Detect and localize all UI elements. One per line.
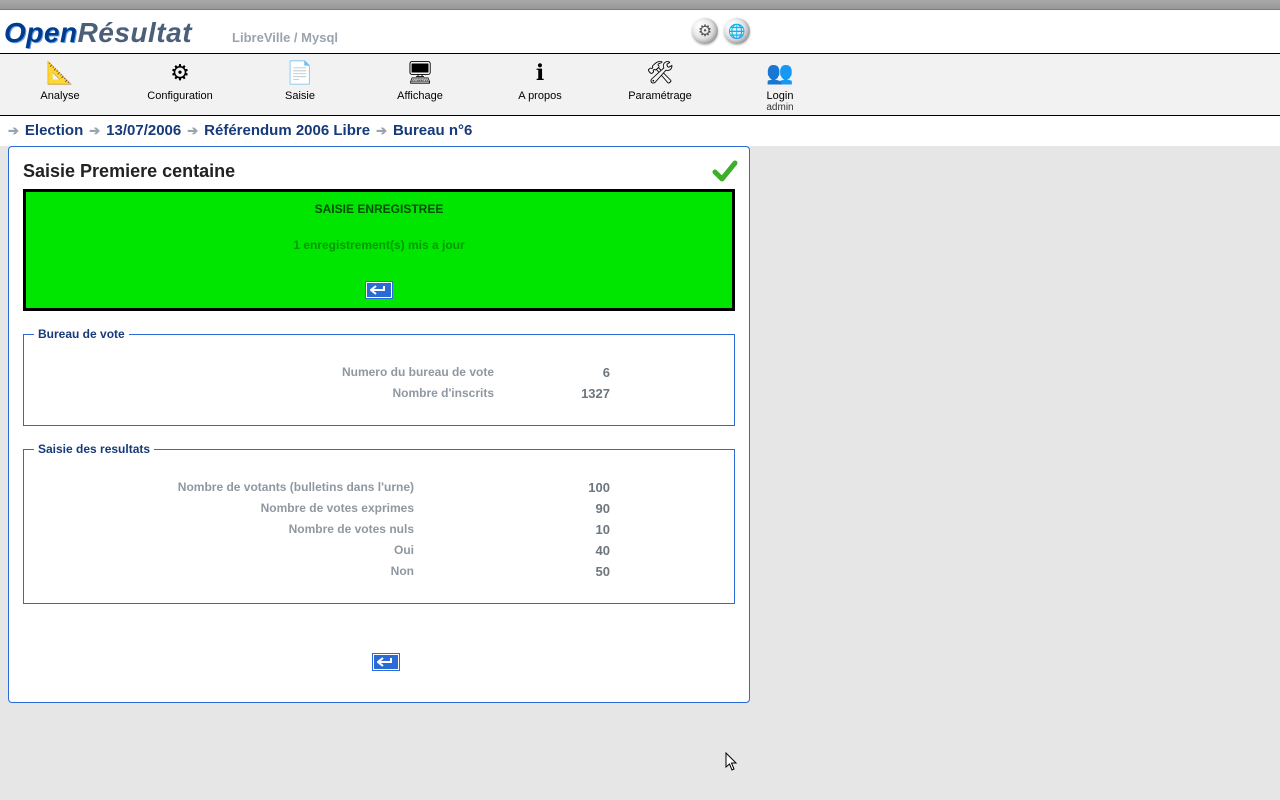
row-value: 50 xyxy=(414,564,614,579)
toolbar-icon: 👥 xyxy=(720,58,840,88)
toolbar-item-analyse[interactable]: 📐 Analyse xyxy=(0,58,120,113)
back-button[interactable] xyxy=(366,282,392,298)
row-value: 40 xyxy=(414,543,614,558)
results-rows: Nombre de votants (bulletins dans l'urne… xyxy=(34,480,724,579)
toolbar-label: A propos xyxy=(480,90,600,102)
results-fieldset: Saisie des resultats Nombre de votants (… xyxy=(23,442,735,604)
row-label: Nombre de votants (bulletins dans l'urne… xyxy=(34,480,414,495)
row-value: 10 xyxy=(414,522,614,537)
globe-icon[interactable] xyxy=(724,18,750,44)
breadcrumb-item[interactable]: 13/07/2006 xyxy=(106,122,181,139)
bureau-rows: Numero du bureau de vote6Nombre d'inscri… xyxy=(34,365,724,401)
data-row: Nombre d'inscrits1327 xyxy=(34,386,724,401)
toolbar-item-paramétrage[interactable]: 🛠 Paramétrage xyxy=(600,58,720,113)
toolbar-item-saisie[interactable]: 📄 Saisie xyxy=(240,58,360,113)
main-panel: Saisie Premiere centaine SAISIE ENREGIST… xyxy=(8,146,750,703)
breadcrumb: ➔ Election ➔ 13/07/2006 ➔ Référendum 2006 Lib… xyxy=(0,116,1280,146)
toolbar-icon: ⚙ xyxy=(120,58,240,88)
toolbar-icon: 🛠 xyxy=(600,58,720,88)
success-title: SAISIE ENREGISTREE xyxy=(36,202,722,216)
app-header: OpenRésultat LibreVille / Mysql xyxy=(0,10,1280,54)
row-label: Non xyxy=(34,564,414,579)
bureau-legend: Bureau de vote xyxy=(34,327,129,341)
main-toolbar: 📐 Analyse⚙ Configuration📄 Saisie🖥 Affichageℹ… xyxy=(0,54,1280,116)
toolbar-item-login[interactable]: 👥 Loginadmin xyxy=(720,58,840,113)
toolbar-label: Configuration xyxy=(120,90,240,102)
data-row: Nombre de votes exprimes90 xyxy=(34,501,724,516)
panel-title: Saisie Premiere centaine xyxy=(23,161,235,182)
toolbar-icon: ℹ xyxy=(480,58,600,88)
toolbar-icon: 🖥 xyxy=(360,58,480,88)
app-subtitle: LibreVille / Mysql xyxy=(232,30,338,49)
toolbar-sublabel: admin xyxy=(720,102,840,113)
row-value: 6 xyxy=(494,365,614,380)
breadcrumb-item[interactable]: Bureau n°6 xyxy=(393,122,472,139)
row-label: Oui xyxy=(34,543,414,558)
toolbar-items: 📐 Analyse⚙ Configuration📄 Saisie🖥 Affichageℹ… xyxy=(0,58,1280,113)
data-row: Nombre de votants (bulletins dans l'urne… xyxy=(34,480,724,495)
toolbar-label: Saisie xyxy=(240,90,360,102)
settings-icon[interactable] xyxy=(692,18,718,44)
row-value: 90 xyxy=(414,501,614,516)
mouse-cursor xyxy=(725,752,739,777)
window-titlebar xyxy=(0,0,1280,10)
success-message: 1 enregistrement(s) mis a jour xyxy=(36,238,722,252)
data-row: Numero du bureau de vote6 xyxy=(34,365,724,380)
breadcrumb-arrow-icon: ➔ xyxy=(8,123,19,139)
row-label: Nombre d'inscrits xyxy=(34,386,494,401)
breadcrumb-arrow-icon: ➔ xyxy=(187,123,198,139)
data-row: Non50 xyxy=(34,564,724,579)
breadcrumb-item[interactable]: Election xyxy=(25,122,83,139)
toolbar-item-affichage[interactable]: 🖥 Affichage xyxy=(360,58,480,113)
toolbar-label: Login xyxy=(720,90,840,102)
logo-open: Open xyxy=(4,17,78,48)
data-row: Nombre de votes nuls10 xyxy=(34,522,724,537)
toolbar-icon: 📐 xyxy=(0,58,120,88)
toolbar-item-configuration[interactable]: ⚙ Configuration xyxy=(120,58,240,113)
breadcrumb-item[interactable]: Référendum 2006 Libre xyxy=(204,122,370,139)
results-legend: Saisie des resultats xyxy=(34,442,154,456)
bureau-fieldset: Bureau de vote Numero du bureau de vote6… xyxy=(23,327,735,426)
success-check-icon xyxy=(711,159,735,183)
row-label: Nombre de votes nuls xyxy=(34,522,414,537)
toolbar-item-a-propos[interactable]: ℹ A propos xyxy=(480,58,600,113)
breadcrumb-arrow-icon: ➔ xyxy=(89,123,100,139)
toolbar-icon: 📄 xyxy=(240,58,360,88)
app-logo: OpenRésultat xyxy=(4,10,192,49)
toolbar-label: Affichage xyxy=(360,90,480,102)
success-banner: SAISIE ENREGISTREE 1 enregistrement(s) m… xyxy=(23,189,735,311)
row-value: 1327 xyxy=(494,386,614,401)
toolbar-label: Paramétrage xyxy=(600,90,720,102)
row-value: 100 xyxy=(414,480,614,495)
logo-res: Résultat xyxy=(78,17,192,48)
data-row: Oui40 xyxy=(34,543,724,558)
breadcrumb-arrow-icon: ➔ xyxy=(376,123,387,139)
toolbar-label: Analyse xyxy=(0,90,120,102)
row-label: Numero du bureau de vote xyxy=(34,365,494,380)
row-label: Nombre de votes exprimes xyxy=(34,501,414,516)
back-button-bottom[interactable] xyxy=(373,654,399,670)
